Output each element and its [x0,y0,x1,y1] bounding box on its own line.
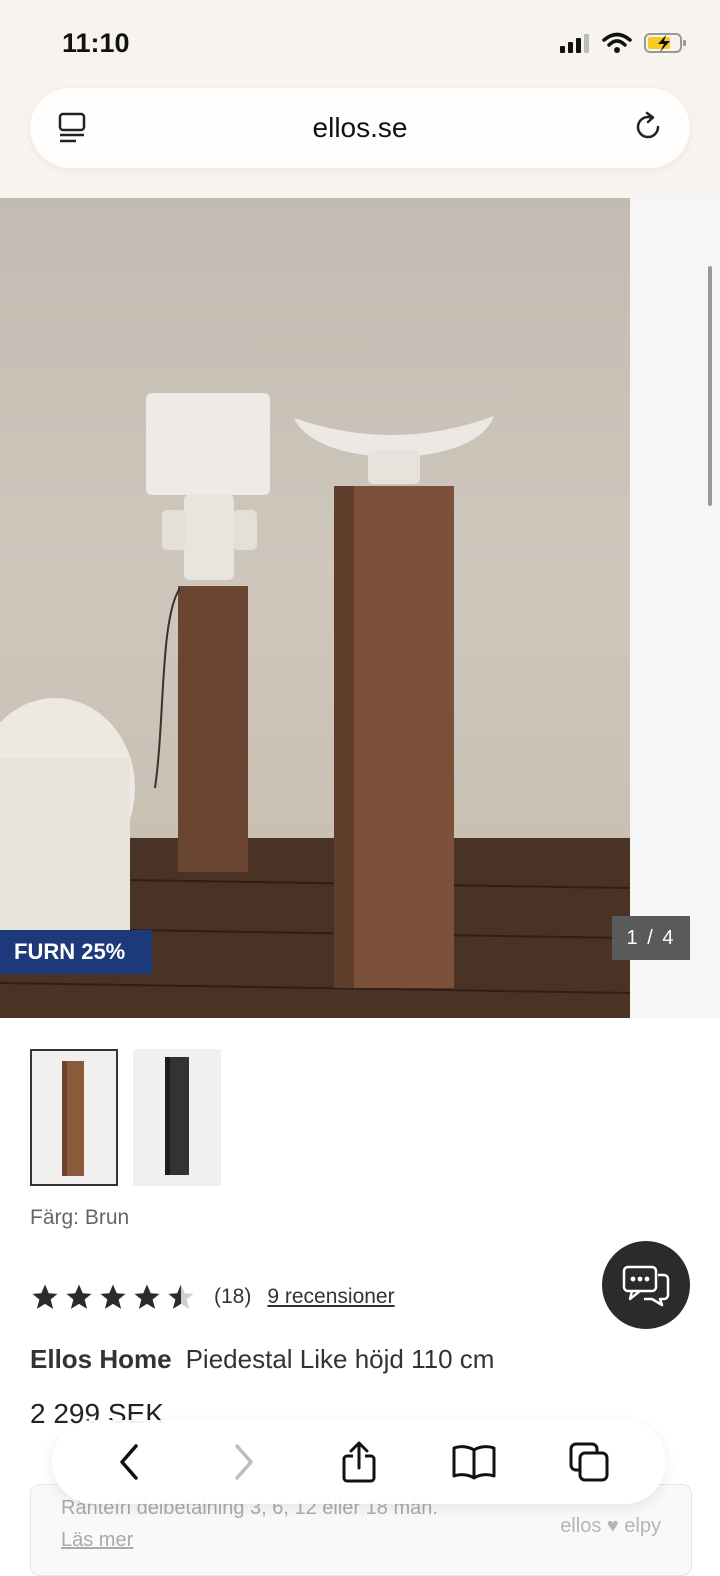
share-icon [342,1441,376,1483]
financing-brand-logo: ellos ♥ elpy [560,1515,661,1537]
back-button[interactable] [101,1434,157,1490]
thumb-black-image [165,1057,189,1175]
scroll-indicator [708,266,712,506]
share-button[interactable] [331,1434,387,1490]
color-label: Färg: Brun [30,1206,130,1229]
rating-count: (18) [214,1285,252,1308]
star-icon [100,1284,126,1309]
back-icon [120,1444,139,1480]
bookmarks-icon [452,1445,496,1480]
status-bar: 11:10 [0,0,720,90]
star-icon [32,1284,58,1309]
status-time: 11:10 [62,28,130,58]
chat-button[interactable] [602,1241,690,1329]
star-icon [134,1284,160,1309]
product-photo [0,393,630,1018]
discount-badge: FURN 25% [0,930,152,974]
star-icon [66,1284,92,1309]
forward-button[interactable] [216,1434,272,1490]
url-text[interactable]: ellos.se [30,112,690,144]
tab-overview-icon [569,1442,609,1482]
color-thumb-brown[interactable] [30,1049,118,1186]
financing-read-more-link[interactable]: Läs mer [61,1529,133,1552]
reviews-link[interactable]: 9 recensioner [267,1285,394,1309]
tab-overview-button[interactable] [561,1434,617,1490]
reload-icon[interactable] [632,110,666,149]
next-image-peek[interactable] [630,198,720,1018]
color-thumb-black[interactable] [133,1049,221,1186]
rating-row: (18) 9 recensioner [30,1282,395,1312]
product-image[interactable] [0,198,630,1018]
thumb-brown-image [62,1061,84,1176]
half-star-icon [168,1284,194,1309]
image-counter: 1 / 4 [612,916,690,960]
product-brand[interactable]: Ellos Home [30,1344,172,1374]
address-bar[interactable]: ellos.se [30,88,690,168]
rating-stars [30,1282,196,1312]
browser-toolbar [52,1420,666,1504]
wifi-icon [602,32,632,53]
signal-icon [560,34,589,53]
bookmarks-button[interactable] [446,1434,502,1490]
battery-icon [644,33,686,53]
status-icons [560,32,688,54]
product-title: Ellos Home Piedestal Like höjd 110 cm [30,1344,494,1375]
chat-icon [622,1265,670,1307]
forward-icon [235,1444,253,1480]
product-name: Piedestal Like höjd 110 cm [185,1344,495,1374]
